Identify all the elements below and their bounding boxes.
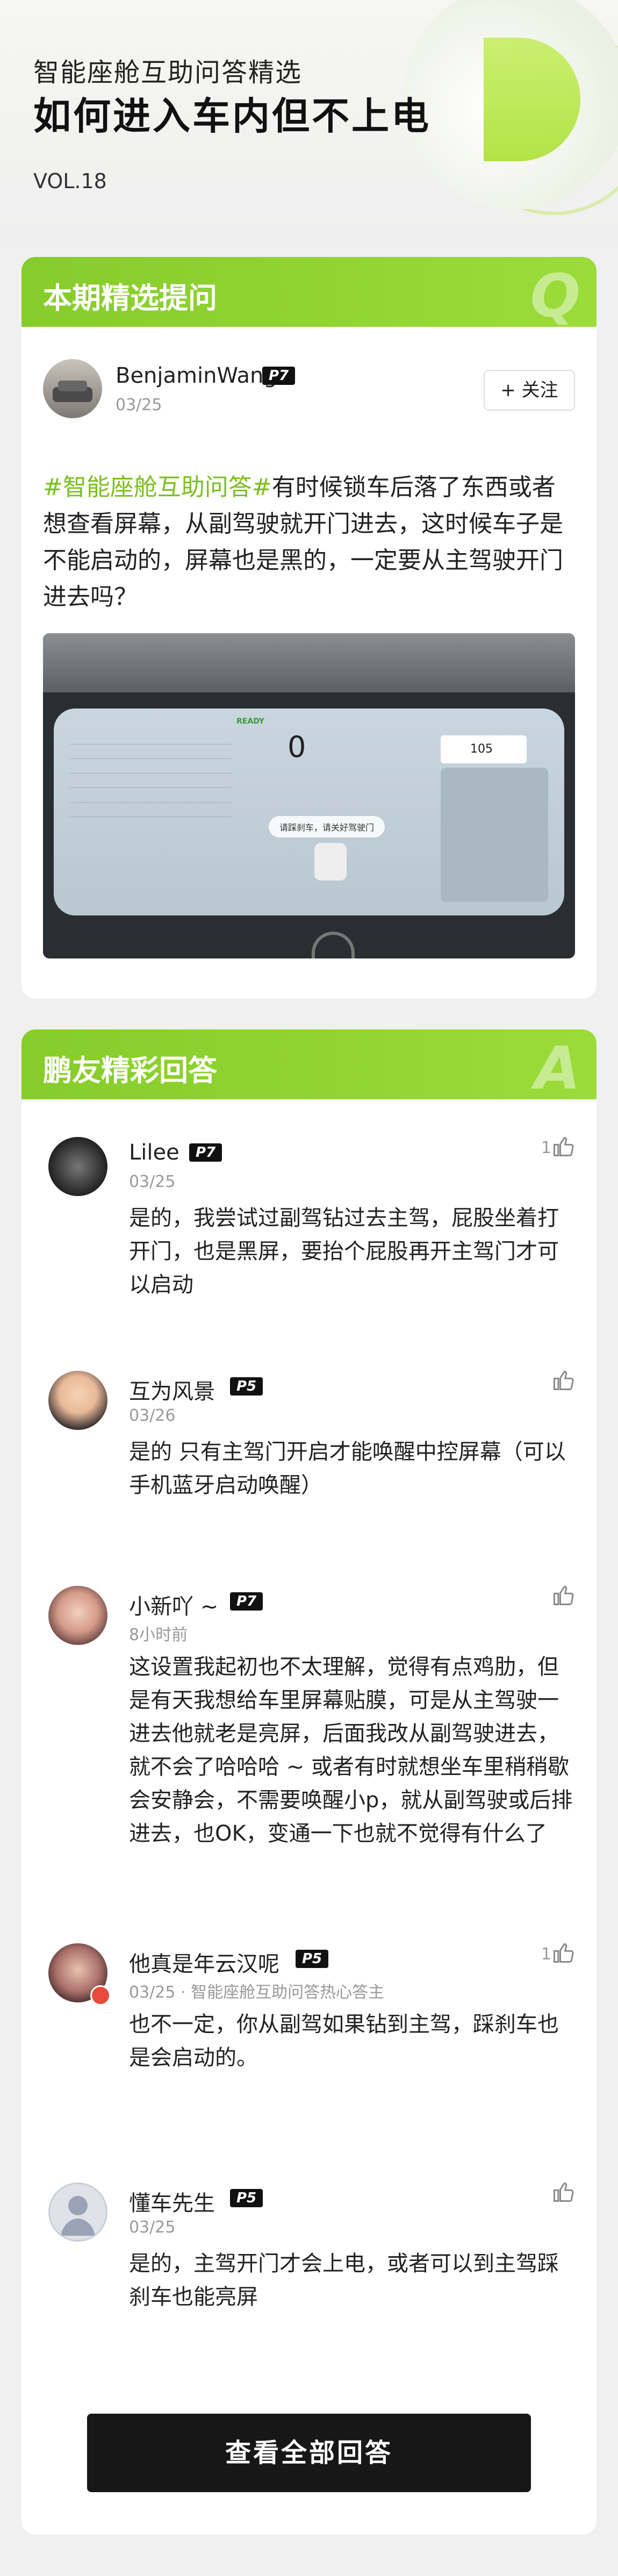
page-header: 智能座舱互助问答精选 如何进入车内但不上电 VOL.18: [0, 0, 618, 242]
answer-item: 互为风景 P5 03/26 是的 只有主驾门开启才能唤醒中控屏幕（可以手机蓝牙启…: [21, 1365, 597, 1527]
answer-author-name[interactable]: 懂车先生: [129, 2186, 215, 2217]
level-badge: P7: [262, 367, 296, 385]
thumbs-up-icon: [554, 1586, 574, 1605]
avatar[interactable]: [48, 1137, 107, 1196]
question-text: #智能座舱互助问答#有时候锁车后落了东西或者想查看屏幕，从副驾驶就开门进去，这时…: [43, 469, 575, 616]
like-button[interactable]: [551, 2180, 575, 2204]
level-badge: P5: [296, 1950, 329, 1968]
like-button[interactable]: 1: [541, 1941, 575, 1965]
answer-text: 是的，主驾开门才会上电，或者可以到主驾踩刹车也能亮屏: [129, 2251, 559, 2309]
answer-item: Lilee P7 03/25 1 是的，我尝试过副驾钻过去主驾，屁股坐着打开门，…: [21, 1132, 597, 1325]
answer-text: 这设置我起初也不太理解，觉得有点鸡肋，但是有天我想给车里屏幕贴膜，可是从主驾驶一…: [129, 1655, 573, 1846]
answer-date: 8小时前: [129, 1626, 188, 1644]
thumbs-up-icon: [554, 1137, 574, 1156]
like-button[interactable]: [551, 1584, 575, 1607]
answer-author-name[interactable]: 互为风景: [129, 1374, 215, 1405]
dashboard-photo[interactable]: READY 0 105 请踩刹车，请关好驾驶门: [43, 633, 575, 958]
thumbs-up-icon: [554, 1943, 574, 1963]
instrument-screen: READY 0 105 请踩刹车，请关好驾驶门: [54, 709, 564, 915]
default-user-icon: [61, 2196, 95, 2236]
steering-wheel-icon: [312, 932, 355, 958]
verified-badge-icon: [90, 1985, 111, 2006]
nav-distance: 105: [441, 735, 527, 763]
view-all-answers-button[interactable]: 查看全部回答: [87, 2414, 531, 2492]
level-badge: P7: [230, 1592, 263, 1611]
answer-text: 是的 只有主驾门开启才能唤醒中控屏幕（可以手机蓝牙启动唤醒）: [129, 1440, 566, 1498]
avatar[interactable]: [48, 1371, 107, 1430]
answer-card: 鹏友精彩回答 A Lilee P7 03/25 1 是的，我尝试过副驾钻过去主驾…: [21, 1029, 597, 2535]
page-subtitle: 智能座舱互助问答精选: [33, 58, 303, 88]
answer-text: 也不一定，你从副驾如果钻到主驾，踩刹车也是会启动的。: [129, 2012, 559, 2070]
thumbs-up-icon: [554, 1371, 574, 1390]
trip-info-panel: [70, 730, 231, 817]
a-letter-icon: A: [534, 1034, 580, 1103]
car-icon: [314, 843, 347, 881]
avatar[interactable]: [43, 359, 102, 418]
level-badge: P5: [230, 2189, 263, 2207]
question-date: 03/25: [116, 396, 162, 414]
answer-item: 懂车先生 P5 03/25 是的，主驾开门才会上电，或者可以到主驾踩刹车也能亮屏: [21, 2177, 597, 2355]
page-title: 如何进入车内但不上电: [33, 94, 431, 138]
answer-item: 小新吖 ~ P7 8小时前 这设置我起初也不太理解，觉得有点鸡肋，但是有天我想给…: [21, 1580, 597, 1914]
answer-text: 是的，我尝试过副驾钻过去主驾，屁股坐着打开门，也是黑屏，要抬个屁股再开主驾门才可…: [129, 1206, 559, 1297]
car-avatar-icon: [53, 381, 92, 402]
answer-item: 他真是年云汉呢 P5 03/25 · 智能座舱互助问答热心答主 1 也不一定，你…: [21, 1938, 597, 2121]
question-section-title: 本期精选提问: [43, 281, 217, 315]
question-card-header: 本期精选提问 Q: [21, 257, 597, 330]
like-button[interactable]: [551, 1369, 575, 1392]
answer-date: 03/25: [129, 2218, 176, 2237]
answer-author-name[interactable]: 小新吖 ~: [129, 1589, 218, 1620]
speed-readout: 0: [288, 730, 306, 764]
level-badge: P7: [189, 1143, 222, 1162]
like-button[interactable]: 1: [541, 1135, 575, 1158]
q-letter-icon: Q: [530, 261, 580, 330]
ready-indicator: READY: [236, 717, 264, 726]
screen-message: 请踩刹车，请关好驾驶门: [269, 816, 385, 838]
answer-date: 03/25 · 智能座舱互助问答热心答主: [129, 1983, 385, 2002]
follow-button[interactable]: + 关注: [484, 370, 575, 411]
question-author-name[interactable]: BenjaminWang: [116, 363, 277, 388]
volume-label: VOL.18: [33, 169, 107, 193]
like-count: 1: [541, 1139, 551, 1157]
topic-tag[interactable]: #智能座舱互助问答#: [43, 474, 272, 501]
answer-author-name[interactable]: 他真是年云汉呢: [129, 1947, 279, 1978]
like-count: 1: [541, 1945, 551, 1964]
avatar[interactable]: [48, 2183, 107, 2242]
level-badge: P5: [230, 1377, 263, 1396]
answer-date: 03/26: [129, 1406, 176, 1425]
answer-author-name[interactable]: Lilee: [129, 1140, 179, 1165]
question-card: 本期精选提问 Q BenjaminWang P7 03/25 + 关注 #智能座…: [21, 257, 597, 999]
answer-date: 03/25: [129, 1172, 176, 1191]
map-thumbnail: [441, 768, 548, 902]
answer-card-header: 鹏友精彩回答 A: [21, 1029, 597, 1103]
avatar[interactable]: [48, 1586, 107, 1645]
answer-section-title: 鹏友精彩回答: [43, 1054, 217, 1087]
thumbs-up-icon: [554, 2183, 574, 2202]
